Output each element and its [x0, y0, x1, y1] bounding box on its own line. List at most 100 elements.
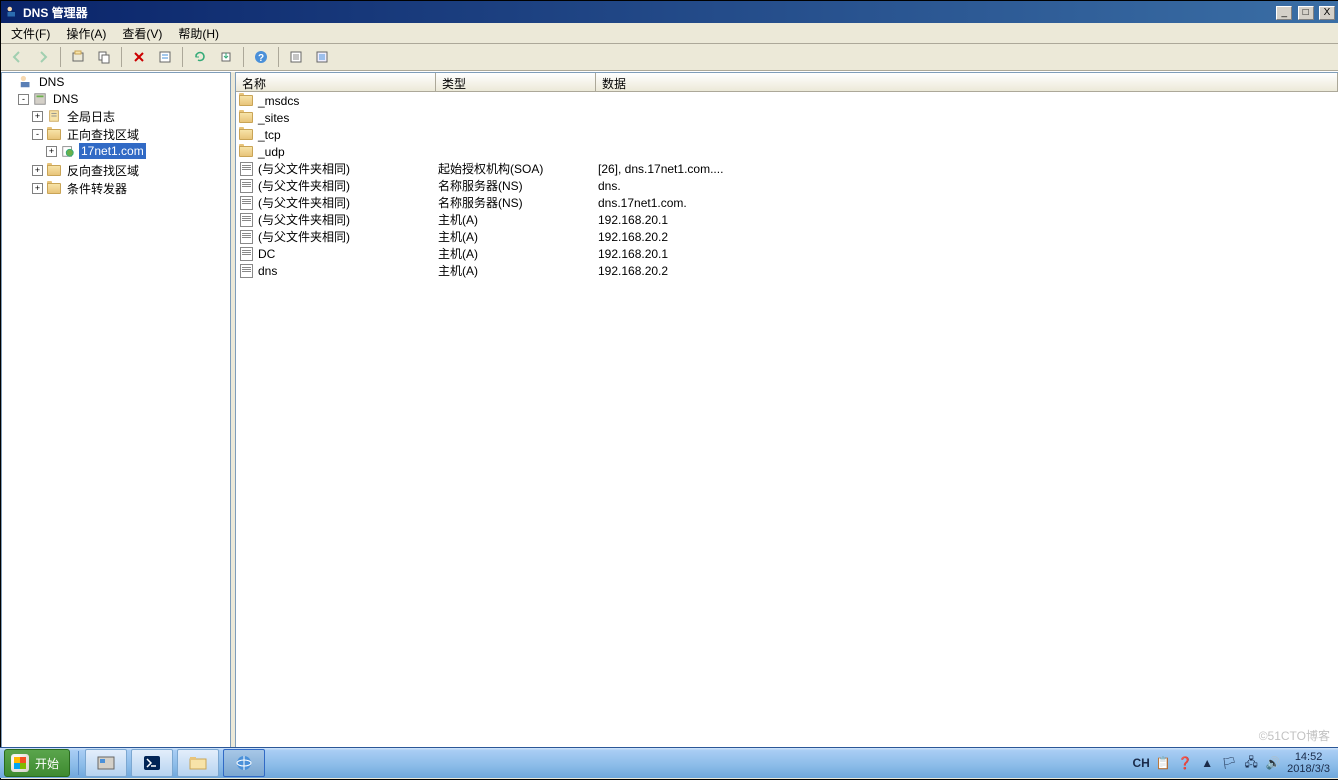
record-row[interactable]: DC主机(A)192.168.20.1 — [236, 245, 1338, 262]
taskbar-sep — [78, 751, 79, 775]
taskbar-dns-manager[interactable] — [223, 749, 265, 777]
record-type: 主机(A) — [436, 211, 596, 228]
record-type: 主机(A) — [436, 228, 596, 245]
tree-cond-fwd-label: 条件转发器 — [65, 179, 129, 198]
record-data: 192.168.20.1 — [596, 247, 1338, 261]
tray-chevron[interactable]: ▲ — [1199, 755, 1215, 771]
tray-icon-help[interactable]: ❓ — [1177, 755, 1193, 771]
toolbar-separator — [60, 47, 61, 67]
tray-network-icon[interactable]: 🖧 — [1243, 755, 1259, 771]
dns-manager-window: DNS 管理器 _ □ X 文件(F) 操作(A) 查看(V) 帮助(H) ? … — [0, 0, 1338, 780]
titlebar[interactable]: DNS 管理器 _ □ X — [1, 1, 1338, 23]
tree-global-log[interactable]: + 全局日志 — [32, 108, 230, 124]
list-body[interactable]: _msdcs_sites_tcp_udp(与父文件夹相同)起始授权机构(SOA)… — [236, 92, 1338, 759]
toolbar-separator — [278, 47, 279, 67]
menu-help[interactable]: 帮助(H) — [170, 23, 227, 44]
toolbar-nav-back — [5, 45, 29, 69]
app-icon — [5, 5, 19, 19]
record-row[interactable]: (与父文件夹相同)名称服务器(NS)dns.17net1.com. — [236, 194, 1338, 211]
record-name: DC — [258, 247, 275, 261]
tray-volume-icon[interactable]: 🔊 — [1265, 755, 1281, 771]
expand-icon — [4, 77, 15, 88]
tree-server[interactable]: - DNS — [18, 91, 230, 107]
toolbar-extra2[interactable] — [310, 45, 334, 69]
toolbar-copy[interactable] — [92, 45, 116, 69]
record-name: (与父文件夹相同) — [258, 211, 350, 228]
tree-rev-zone-label: 反向查找区域 — [65, 161, 141, 180]
toolbar-nav-fwd — [31, 45, 55, 69]
clock-time: 14:52 — [1287, 751, 1330, 763]
record-row[interactable]: (与父文件夹相同) 主机(A)192.168.20.1 — [236, 211, 1338, 228]
record-icon — [238, 246, 254, 262]
toolbar-separator — [182, 47, 183, 67]
log-icon — [46, 108, 62, 124]
expand-icon[interactable]: + — [32, 165, 43, 176]
folder-icon — [46, 162, 62, 178]
toolbar-cut[interactable] — [66, 45, 90, 69]
taskbar-explorer[interactable] — [177, 749, 219, 777]
tree-server-label: DNS — [51, 91, 80, 107]
record-name: (与父文件夹相同) — [258, 194, 350, 211]
record-name: _udp — [258, 145, 285, 159]
col-header-name[interactable]: 名称 — [236, 73, 436, 91]
record-row[interactable]: dns主机(A)192.168.20.2 — [236, 262, 1338, 279]
expand-icon[interactable]: + — [46, 146, 57, 157]
menu-file[interactable]: 文件(F) — [3, 23, 58, 44]
zone-icon — [60, 143, 76, 159]
record-row[interactable]: _udp — [236, 143, 1338, 160]
col-header-type[interactable]: 类型 — [436, 73, 596, 91]
record-icon — [238, 229, 254, 245]
taskbar-clock[interactable]: 14:52 2018/3/3 — [1287, 751, 1330, 775]
minimize-button[interactable]: _ — [1276, 6, 1292, 20]
tree-reverse-zones[interactable]: + 反向查找区域 — [32, 162, 230, 178]
folder-icon — [46, 180, 62, 196]
tree-zone-17net1[interactable]: + 17net1.com — [46, 143, 230, 159]
tray-flag-icon[interactable]: 🏳 — [1221, 755, 1237, 771]
record-type: 主机(A) — [436, 262, 596, 279]
collapse-icon[interactable]: - — [32, 129, 43, 140]
tree-root-dns[interactable]: DNS — [4, 74, 230, 90]
taskbar-server-manager[interactable] — [85, 749, 127, 777]
toolbar-export[interactable] — [214, 45, 238, 69]
record-row[interactable]: _sites — [236, 109, 1338, 126]
menu-action[interactable]: 操作(A) — [58, 23, 114, 44]
record-name: _msdcs — [258, 94, 299, 108]
toolbar-delete[interactable] — [127, 45, 151, 69]
toolbar-help[interactable]: ? — [249, 45, 273, 69]
toolbar-properties[interactable] — [153, 45, 177, 69]
tree-conditional-forwarders[interactable]: + 条件转发器 — [32, 180, 230, 196]
col-header-data[interactable]: 数据 — [596, 73, 1338, 91]
scope-tree[interactable]: DNS - DNS + — [1, 72, 231, 760]
record-data: 192.168.20.1 — [596, 213, 1338, 227]
record-type: 名称服务器(NS) — [436, 177, 596, 194]
start-button[interactable]: 开始 — [4, 749, 70, 777]
list-header: 名称 类型 数据 — [236, 73, 1338, 92]
record-row[interactable]: _tcp — [236, 126, 1338, 143]
record-row[interactable]: (与父文件夹相同)名称服务器(NS)dns. — [236, 177, 1338, 194]
collapse-icon[interactable]: - — [18, 94, 29, 105]
toolbar-refresh[interactable] — [188, 45, 212, 69]
record-row[interactable]: _msdcs — [236, 92, 1338, 109]
record-name: (与父文件夹相同) — [258, 160, 350, 177]
maximize-button[interactable]: □ — [1298, 6, 1314, 20]
records-list: 名称 类型 数据 _msdcs_sites_tcp_udp(与父文件夹相同)起始… — [235, 72, 1338, 760]
tree-forward-zones[interactable]: - 正向查找区域 — [32, 126, 230, 142]
record-row[interactable]: (与父文件夹相同)主机(A)192.168.20.2 — [236, 228, 1338, 245]
record-name: _sites — [258, 111, 289, 125]
record-type: 起始授权机构(SOA) — [436, 160, 596, 177]
menu-view[interactable]: 查看(V) — [114, 23, 170, 44]
record-row[interactable]: (与父文件夹相同)起始授权机构(SOA)[26], dns.17net1.com… — [236, 160, 1338, 177]
record-icon — [238, 195, 254, 211]
windows-orb-icon — [11, 754, 29, 772]
expand-icon[interactable]: + — [32, 183, 43, 194]
toolbar-extra1[interactable] — [284, 45, 308, 69]
record-type: 名称服务器(NS) — [436, 194, 596, 211]
ime-indicator[interactable]: CH — [1133, 755, 1149, 771]
expand-icon[interactable]: + — [32, 111, 43, 122]
record-name: dns — [258, 264, 277, 278]
taskbar-powershell[interactable] — [131, 749, 173, 777]
svg-text:?: ? — [258, 53, 264, 64]
tray-icon-1[interactable]: 📋 — [1155, 755, 1171, 771]
tree-fwd-zone-label: 正向查找区域 — [65, 125, 141, 144]
close-button[interactable]: X — [1319, 6, 1335, 20]
